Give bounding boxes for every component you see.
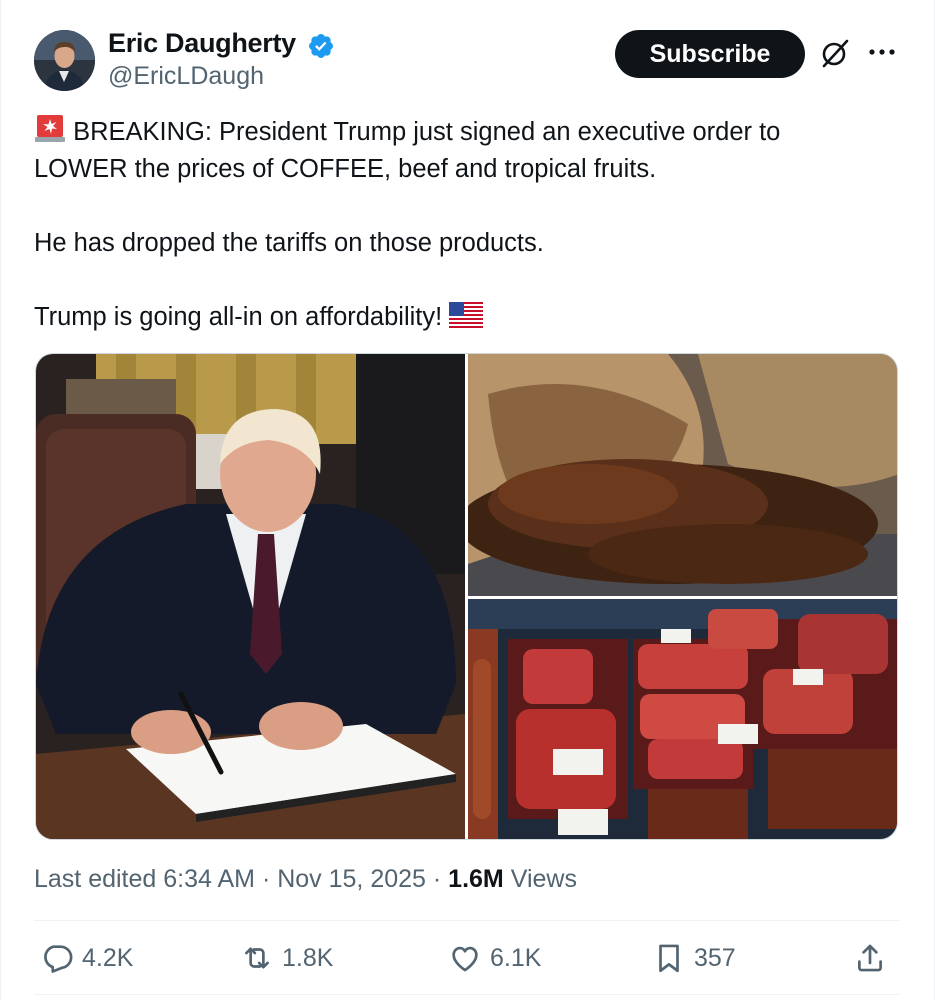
- repost-button[interactable]: 1.8K: [240, 938, 333, 978]
- post-line-1-text: BREAKING: President Trump just signed an…: [73, 118, 781, 146]
- views-count: 1.6M: [448, 865, 504, 893]
- edited-timestamp[interactable]: Last edited 6:34 AM: [34, 865, 255, 893]
- heart-icon: [452, 946, 478, 972]
- divider: [34, 920, 900, 921]
- grok-icon[interactable]: [818, 36, 852, 70]
- meta-separator-2: ·: [432, 865, 442, 893]
- views-label: Views: [510, 865, 577, 893]
- share-button[interactable]: [853, 938, 887, 978]
- post-meta: Last edited 6:34 AM · Nov 15, 2025 · 1.6…: [34, 865, 577, 894]
- post-line-1: BREAKING: President Trump just signed an…: [34, 113, 904, 151]
- post-line-4-text: Trump is going all-in on affordability!: [34, 303, 443, 331]
- post-line-2: LOWER the prices of COFFEE, beef and tro…: [34, 155, 657, 183]
- divider-bottom: [34, 994, 900, 995]
- verified-badge-icon: [309, 34, 333, 58]
- author-name[interactable]: Eric Daugherty: [108, 28, 296, 59]
- reply-count: 4.2K: [82, 943, 134, 972]
- media-grid[interactable]: [35, 353, 898, 840]
- post-date[interactable]: Nov 15, 2025: [277, 865, 426, 893]
- bookmark-count: 357: [694, 943, 736, 972]
- post-line-3: He has dropped the tariffs on those prod…: [34, 229, 544, 257]
- reply-icon: [44, 945, 73, 973]
- like-count: 6.1K: [490, 943, 542, 972]
- bookmark-icon: [659, 944, 679, 973]
- like-button[interactable]: 6.1K: [448, 938, 541, 978]
- media-image-coffee[interactable]: [468, 354, 897, 596]
- share-icon: [858, 944, 882, 972]
- media-image-beef[interactable]: [468, 599, 897, 839]
- reply-button[interactable]: 4.2K: [40, 938, 133, 978]
- rotating-light-emoji: [35, 115, 65, 142]
- meta-separator: ·: [261, 865, 271, 893]
- post-text: BREAKING: President Trump just signed an…: [34, 113, 904, 336]
- subscribe-button[interactable]: Subscribe: [615, 30, 805, 78]
- post-line-4: Trump is going all-in on affordability!: [34, 299, 904, 336]
- repost-count: 1.8K: [282, 943, 334, 972]
- media-image-signing[interactable]: [36, 354, 465, 839]
- author-handle[interactable]: @EricLDaugh: [108, 62, 264, 91]
- avatar[interactable]: [34, 30, 95, 91]
- us-flag-emoji: [449, 302, 484, 328]
- bookmark-button[interactable]: 357: [652, 938, 736, 978]
- more-icon[interactable]: [866, 40, 898, 64]
- repost-icon: [245, 947, 269, 969]
